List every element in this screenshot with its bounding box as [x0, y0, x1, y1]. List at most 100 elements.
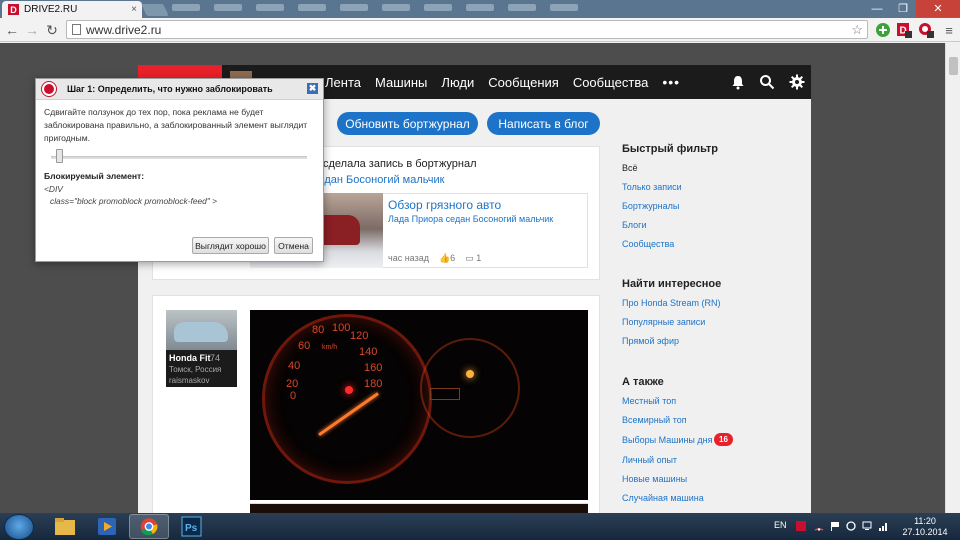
chrome-app-icon[interactable] — [129, 514, 169, 539]
also-world-top[interactable]: Всемирный топ — [622, 415, 687, 425]
gauge-number: 160 — [364, 362, 383, 374]
also-car-of-day[interactable]: Выборы Машины дня — [622, 435, 713, 445]
filter-posts-only[interactable]: Только записи — [622, 182, 682, 192]
back-arrow-icon[interactable]: ← — [4, 22, 20, 38]
gauge-number: 140 — [359, 346, 378, 358]
main-nav: Лента Машины Люди Сообщения Сообщества •… — [325, 65, 680, 99]
post-meta: час назад 👍6 ▭ 1 — [388, 253, 481, 264]
nav-more-button[interactable]: ••• — [662, 74, 680, 90]
also-new-cars[interactable]: Новые машины — [622, 474, 687, 484]
browser-tab-drive2[interactable]: D DRIVE2.RU × — [2, 1, 142, 18]
gauge-number: 180 — [364, 378, 383, 390]
post-title-link[interactable]: Обзор грязного авто — [388, 198, 501, 212]
tray-network-icon[interactable] — [814, 521, 824, 531]
close-window-button[interactable]: ✕ — [916, 0, 960, 17]
also-personal-experience[interactable]: Личный опыт — [622, 455, 677, 465]
filter-blogs[interactable]: Блоги — [622, 220, 646, 230]
gauge-number: 100 — [332, 322, 351, 334]
dashboard-photo[interactable]: 40 60 80 100 120 140 160 180 20 0 km/h — [250, 310, 588, 500]
inactive-tab-group — [172, 4, 578, 11]
new-tab-button[interactable] — [141, 4, 169, 16]
url-text[interactable]: www.drive2.ru — [86, 23, 846, 37]
adblock-extension-icon[interactable] — [918, 22, 934, 38]
find-live[interactable]: Прямой эфир — [622, 336, 679, 346]
tab-close-icon[interactable]: × — [131, 4, 137, 15]
code-line: class="block promoblock promoblock-feed"… — [50, 196, 218, 206]
looks-good-button[interactable]: Выглядит хорошо — [192, 237, 269, 254]
tray-signal-icon[interactable] — [878, 521, 888, 531]
bookmark-star-icon[interactable]: ☆ — [851, 22, 863, 38]
car-count: 74 — [210, 353, 221, 363]
green-plus-extension-icon[interactable] — [875, 22, 891, 38]
nav-messages[interactable]: Сообщения — [488, 75, 559, 90]
page-scrollbar[interactable] — [945, 43, 960, 513]
car-card[interactable]: Honda Fit 74 Томск, Россия raismaskov — [166, 310, 237, 387]
scrollbar-thumb[interactable] — [949, 57, 958, 75]
cancel-button[interactable]: Отмена — [274, 237, 313, 254]
inactive-tab[interactable] — [466, 4, 494, 11]
bell-icon[interactable] — [730, 74, 746, 90]
inactive-tab[interactable] — [256, 4, 284, 11]
author-car-link[interactable]: седан Босоногий мальчик — [313, 174, 444, 186]
browser-toolbar: ← → ↻ www.drive2.ru ☆ D ≡ — [0, 18, 960, 42]
address-bar[interactable]: www.drive2.ru ☆ — [66, 20, 868, 39]
inactive-tab[interactable] — [340, 4, 368, 11]
dashboard-photo-2[interactable] — [250, 503, 588, 513]
slider-handle[interactable] — [55, 149, 63, 163]
chrome-menu-icon[interactable]: ≡ — [941, 22, 957, 38]
minimize-button[interactable]: — — [864, 0, 890, 17]
block-level-slider[interactable] — [51, 156, 307, 159]
filter-all[interactable]: Всё — [622, 163, 638, 173]
find-honda-stream[interactable]: Про Honda Stream (RN) — [622, 298, 721, 308]
inactive-tab[interactable] — [382, 4, 410, 11]
update-logbook-button[interactable]: Обновить бортжурнал — [337, 112, 478, 135]
quick-filter-title: Быстрый фильтр — [622, 143, 719, 155]
inactive-tab[interactable] — [508, 4, 536, 11]
car-name[interactable]: Honda Fit — [169, 353, 211, 363]
blocked-element-label: Блокируемый элемент: — [44, 171, 145, 181]
filter-logbooks[interactable]: Бортжурналы — [622, 201, 679, 211]
tray-app-icon[interactable] — [796, 521, 806, 531]
maximize-button[interactable]: ❐ — [890, 0, 916, 17]
find-popular[interactable]: Популярные записи — [622, 317, 705, 327]
like-button[interactable]: 👍6 — [439, 253, 455, 264]
inactive-tab[interactable] — [424, 4, 452, 11]
language-indicator[interactable]: EN — [774, 520, 787, 530]
car-image — [174, 322, 228, 342]
tray-flag-icon[interactable] — [830, 521, 840, 531]
media-player-app-icon[interactable] — [87, 514, 127, 539]
feed-card-car: Honda Fit 74 Томск, Россия raismaskov 40… — [152, 295, 600, 513]
write-blog-button[interactable]: Написать в блог — [487, 112, 600, 135]
nav-communities[interactable]: Сообщества — [573, 75, 649, 90]
post-car-link[interactable]: Лада Приора седан Босоногий мальчик — [388, 214, 553, 224]
also-random-car[interactable]: Случайная машина — [622, 493, 704, 503]
dialog-header[interactable]: Шаг 1: Определить, что нужно заблокирова… — [36, 79, 323, 100]
tray-sync-icon[interactable] — [846, 521, 856, 531]
also-local-top[interactable]: Местный топ — [622, 396, 676, 406]
inactive-tab[interactable] — [298, 4, 326, 11]
photoshop-app-icon[interactable]: Ps — [171, 514, 211, 539]
start-button[interactable] — [4, 514, 34, 540]
filter-communities[interactable]: Сообщества — [622, 239, 674, 249]
inactive-tab[interactable] — [214, 4, 242, 11]
gear-icon[interactable] — [789, 74, 805, 90]
reload-icon[interactable]: ↻ — [44, 22, 60, 38]
nav-people[interactable]: Люди — [441, 75, 474, 90]
nav-cars[interactable]: Машины — [375, 75, 427, 90]
inactive-tab[interactable] — [172, 4, 200, 11]
drive2-extension-icon[interactable]: D — [896, 22, 912, 38]
tab-strip: D DRIVE2.RU × — ❐ ✕ — [0, 0, 960, 18]
comments-button[interactable]: ▭ 1 — [465, 253, 481, 264]
dialog-close-icon[interactable]: ✖ — [307, 83, 318, 94]
nav-feed[interactable]: Лента — [325, 75, 361, 90]
forward-arrow-icon[interactable]: → — [24, 22, 40, 38]
search-icon[interactable] — [759, 74, 775, 90]
find-interesting-title: Найти интересное — [622, 278, 722, 290]
explorer-app-icon[interactable] — [45, 514, 85, 539]
blocked-element-code: <DIV class="block promoblock promoblock-… — [44, 183, 217, 207]
inactive-tab[interactable] — [550, 4, 578, 11]
tray-monitor-icon[interactable] — [862, 521, 872, 531]
adblock-logo-icon — [42, 82, 56, 96]
system-clock[interactable]: 11:20 27.10.2014 — [895, 516, 955, 538]
car-owner[interactable]: raismaskov — [169, 376, 209, 385]
